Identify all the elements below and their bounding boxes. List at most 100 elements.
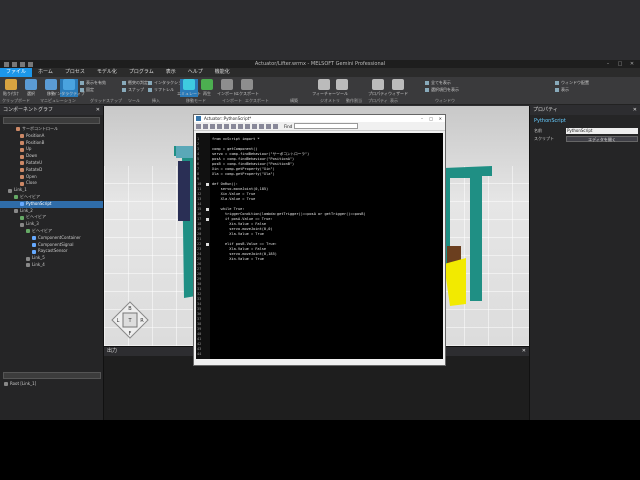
new-icon[interactable] [196,123,201,129]
ribbon-small-item[interactable]: 選択項目を表示 [425,87,459,93]
tree-item-label: PythonScript [26,200,52,206]
ribbon-button[interactable]: フィーチャー [312,79,336,97]
ribbon-small-item[interactable]: 衝突の判定 [122,80,148,86]
panel-header: コンポーネントグラフ ✕ [0,106,103,115]
code-editor[interactable]: 1 from vcScript import * 2 3 comp = getCompo… [196,133,443,359]
fold-marker-icon[interactable] [206,183,209,186]
minimize-icon[interactable]: – [421,115,423,122]
code-line[interactable]: Xin.Value = True [212,257,264,262]
tree-item[interactable]: Link_3 [0,221,103,228]
ribbon-button[interactable]: ツール [333,79,351,97]
tree-item[interactable]: サーボコントロール [0,126,103,133]
menu-item[interactable]: ファイル [0,68,33,77]
paste-icon[interactable] [224,123,229,129]
ribbon-small-item[interactable]: 全てを表示 [425,80,451,86]
tree-item[interactable]: RotateD [0,167,103,174]
navcube-right[interactable]: R [140,318,144,324]
tree-item[interactable]: ビヘイビア [0,214,103,221]
search-input[interactable] [3,372,101,379]
tree-item[interactable]: RotateU [0,160,103,167]
tree-item[interactable]: Close [0,180,103,187]
ribbon-small-item[interactable]: リフトレル [148,87,174,93]
tree-item[interactable]: PythonScript [0,200,103,208]
tree-item[interactable]: PositionA [0,133,103,140]
tree-item[interactable]: Link_4 [0,262,103,269]
find-input[interactable] [294,123,359,129]
menu-item[interactable]: プログラム [123,68,160,77]
ribbon-button[interactable]: 再生 [198,79,216,97]
python-icon [196,116,201,121]
code-line[interactable]: from vcScript import * [212,137,260,142]
code-line[interactable]: Xla.Value = True [212,232,264,237]
tree-item[interactable]: ComponentContainer [0,235,103,242]
menu-item[interactable]: ヘルプ [182,68,209,77]
search-input[interactable] [3,117,100,124]
menu-item[interactable]: ホーム [32,68,59,77]
outdent-icon[interactable] [252,123,257,129]
menu-item[interactable]: プロセス [59,68,91,77]
compile-icon[interactable] [273,123,278,129]
tree-item[interactable]: Link_5 [0,255,103,262]
undo-icon[interactable] [231,123,236,129]
menu-item[interactable]: 表示 [160,68,182,77]
redo-icon[interactable] [238,123,243,129]
close-icon[interactable]: ✕ [439,115,442,122]
panel-header: プロパティ ✕ [530,106,640,115]
close-icon[interactable]: ✕ [627,60,637,68]
ribbon-small-item[interactable]: 表示 [555,87,569,93]
tree-item[interactable]: Link_1 [0,187,103,194]
tree-item[interactable]: Open [0,174,103,181]
menu-item[interactable]: 機能化 [209,68,236,77]
ribbon-icon [25,79,37,90]
ribbon-small-item[interactable]: スナップ [122,87,144,93]
code-line[interactable]: Xla = comp.getProperty("Xla") [212,172,275,177]
ribbon-small-item[interactable]: ウィンドウ配置 [555,80,589,86]
tree-item[interactable]: Down [0,153,103,160]
tree-item[interactable]: Root [Link_1] [0,381,104,388]
ribbon-button[interactable]: 選択 [22,79,40,97]
tree-item[interactable]: ビヘイビア [0,194,103,201]
ribbon-button[interactable]: インタラクティブ [53,79,85,97]
navigation-cube[interactable]: B L T R F [110,300,150,340]
comment-icon[interactable] [259,123,264,129]
open-editor-button[interactable]: エディタを開く [566,136,638,142]
close-icon[interactable]: ✕ [522,347,526,356]
fold-marker-icon[interactable] [206,208,209,211]
ribbon-button[interactable]: インポート [217,79,237,97]
maximize-icon[interactable]: □ [429,115,433,122]
ribbon-button[interactable]: 貼り付け [2,79,20,97]
fold-marker-icon[interactable] [206,218,209,221]
tree-node-icon [20,202,24,207]
navcube-left[interactable]: L [117,318,120,324]
ribbon-small-item[interactable]: 表示を有効 [80,80,106,86]
menu-item[interactable]: モデル化 [91,68,123,77]
save-icon[interactable] [203,123,208,129]
maximize-icon[interactable]: □ [615,60,625,68]
close-icon[interactable]: ✕ [96,106,100,115]
navcube-top[interactable]: B [128,306,132,312]
fold-marker-icon[interactable] [206,243,209,246]
code-line[interactable]: Xla.Value = True [212,197,256,202]
tree-item[interactable]: ビヘイビア [0,228,103,235]
copy-icon[interactable] [217,123,222,129]
tree-item[interactable]: Link_2 [0,208,103,215]
minimize-icon[interactable]: – [603,60,613,68]
ribbon-button[interactable]: ウィザード [388,79,408,97]
ribbon-button[interactable]: エミュレート [177,79,201,97]
run-icon[interactable] [266,123,271,129]
navcube-bottom[interactable]: F [129,331,132,337]
name-field[interactable]: PythonScript [566,128,638,134]
tree-item[interactable]: RaycastSensor [0,248,103,255]
ribbon-button[interactable]: エクスポート [235,79,259,97]
tree-node-icon [8,188,12,193]
tree-item[interactable]: ComponentSignal [0,242,103,249]
ribbon-button[interactable]: プロパティ [368,79,388,97]
tree-node-icon [20,222,24,227]
indent-icon[interactable] [245,123,250,129]
cut-icon[interactable] [210,123,215,129]
tree-item[interactable]: PositionB [0,140,103,147]
ribbon-group-label: 動作割当 [346,98,362,103]
tree-item[interactable]: Up [0,146,103,153]
line-number: 44 [197,352,202,356]
close-icon[interactable]: ✕ [633,106,637,115]
